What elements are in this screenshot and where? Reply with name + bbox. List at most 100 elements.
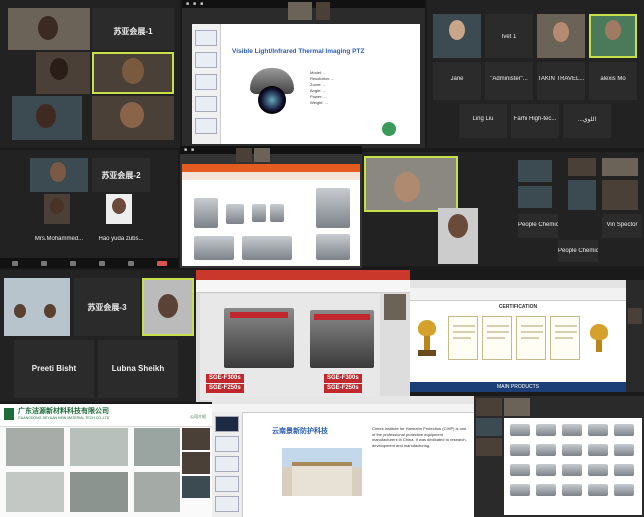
participant-name: Ivet 1 [501, 34, 517, 40]
video-tile[interactable] [92, 96, 174, 140]
video-tile[interactable] [476, 438, 502, 456]
company-logo [382, 122, 396, 136]
video-tile-active-speaker[interactable] [589, 14, 637, 58]
share-icon[interactable] [127, 260, 134, 266]
product-image [252, 204, 266, 222]
video-tile[interactable]: alexis Mo [589, 62, 637, 100]
video-tile[interactable]: Ling Liu [459, 104, 507, 138]
video-tile[interactable] [4, 278, 70, 336]
video-tile[interactable] [537, 14, 585, 58]
product-image [536, 464, 556, 476]
video-tile[interactable] [12, 96, 82, 140]
participant-name: Preeti Bisht [31, 364, 77, 373]
certificate [516, 316, 546, 360]
participant-name: 苏亚会展-1 [113, 27, 153, 36]
video-tile[interactable] [504, 398, 530, 416]
product-image [536, 484, 556, 496]
video-tile[interactable] [236, 148, 252, 162]
video-tile[interactable] [568, 158, 596, 176]
participant-name: Lubna Sheikh [111, 364, 165, 373]
meeting-toolbar [0, 258, 178, 268]
icon-row [410, 288, 626, 301]
video-tile[interactable] [518, 160, 552, 182]
participant-head [14, 304, 26, 318]
video-tile[interactable] [182, 476, 210, 498]
browser-toolbar [410, 280, 626, 288]
video-tile[interactable] [518, 186, 552, 208]
slide-editor: Visible Light/Infrared Thermal Imaging P… [192, 24, 420, 144]
video-tile[interactable] [384, 294, 406, 320]
product-image [316, 234, 350, 260]
video-icon[interactable] [40, 260, 47, 266]
video-tile[interactable]: 苏亚会展-1 [92, 8, 174, 50]
video-tile[interactable]: 苏亚会展-3 [74, 278, 140, 336]
participant-name: People Chemic... [558, 248, 598, 254]
trophy-image [586, 324, 612, 360]
video-tile[interactable] [44, 194, 70, 224]
participant-head [605, 20, 621, 40]
slide-thumbnail[interactable] [195, 52, 217, 68]
facility-photo [6, 428, 64, 466]
video-tile[interactable]: TAKIN TRAVEL... [537, 62, 585, 100]
video-tile[interactable] [433, 14, 481, 58]
video-tile[interactable] [438, 208, 478, 264]
model-label: SGE-F250s [324, 384, 362, 393]
video-tile[interactable] [254, 148, 270, 162]
video-tile[interactable] [476, 398, 502, 416]
mic-icon[interactable] [11, 260, 18, 266]
video-tile[interactable] [182, 452, 210, 474]
slide-thumbnail[interactable] [215, 496, 239, 512]
video-tile[interactable] [568, 180, 596, 210]
participant-name: 苏亚会展-3 [87, 303, 127, 312]
slide-thumbnail[interactable] [195, 96, 217, 112]
participant-head [50, 58, 68, 80]
product-image [588, 424, 608, 436]
video-tile[interactable] [36, 52, 90, 94]
video-tile[interactable]: ...اللوي [563, 104, 611, 138]
video-tile[interactable]: Lubna Sheikh [98, 340, 178, 398]
video-tile[interactable] [602, 158, 638, 176]
video-tile[interactable]: People Chemic... [558, 240, 598, 262]
slide-thumbnail[interactable] [215, 476, 239, 492]
product-image [270, 204, 284, 222]
certificate [482, 316, 512, 360]
chat-icon[interactable] [98, 260, 105, 266]
certificate [550, 316, 580, 360]
product-image [510, 444, 530, 456]
video-tile-active-speaker[interactable] [142, 278, 194, 336]
slide-thumbnail[interactable] [215, 436, 239, 452]
video-tile[interactable]: Ivet 1 [485, 14, 533, 58]
leave-button[interactable] [156, 260, 167, 266]
slide-thumbnail[interactable] [195, 74, 217, 90]
video-tile[interactable] [182, 428, 210, 450]
participant-name: TAKIN TRAVEL... [537, 76, 585, 82]
video-tile[interactable] [316, 2, 330, 20]
video-tile[interactable] [628, 308, 642, 324]
nav-link[interactable]: 公司介绍 [190, 414, 206, 420]
product-image [614, 444, 634, 456]
video-tile[interactable]: Jane [433, 62, 481, 100]
slide-thumbnail[interactable] [215, 456, 239, 472]
video-tile-active-speaker[interactable] [92, 52, 174, 94]
slide-thumbnail[interactable] [195, 30, 217, 46]
video-tile[interactable]: People Chemic... [518, 214, 558, 238]
participants-icon[interactable] [69, 260, 76, 266]
slide-thumbnail[interactable] [195, 118, 217, 134]
ribbon-tools [196, 280, 410, 293]
video-tile[interactable]: 苏亚会展-2 [92, 158, 150, 192]
slide-thumbnail[interactable] [215, 416, 239, 432]
product-image [536, 424, 556, 436]
video-tile[interactable]: Vin Spector [602, 214, 642, 238]
video-tile-active-speaker[interactable] [364, 156, 458, 212]
video-tile[interactable]: "Administer"... [485, 62, 533, 100]
video-tile[interactable] [288, 2, 312, 20]
video-tile[interactable] [602, 180, 638, 210]
video-tile[interactable]: Preeti Bisht [14, 340, 94, 398]
video-tile[interactable] [106, 194, 132, 224]
video-tile[interactable] [476, 418, 502, 436]
ptz-slide-window: ■ ■ ■ Visible Light/Infrared Thermal Imagi… [182, 0, 425, 148]
video-tile[interactable] [8, 8, 90, 50]
app-ribbon [212, 404, 474, 413]
video-tile[interactable]: Farhi High-tec... [511, 104, 559, 138]
video-tile[interactable] [30, 158, 88, 192]
